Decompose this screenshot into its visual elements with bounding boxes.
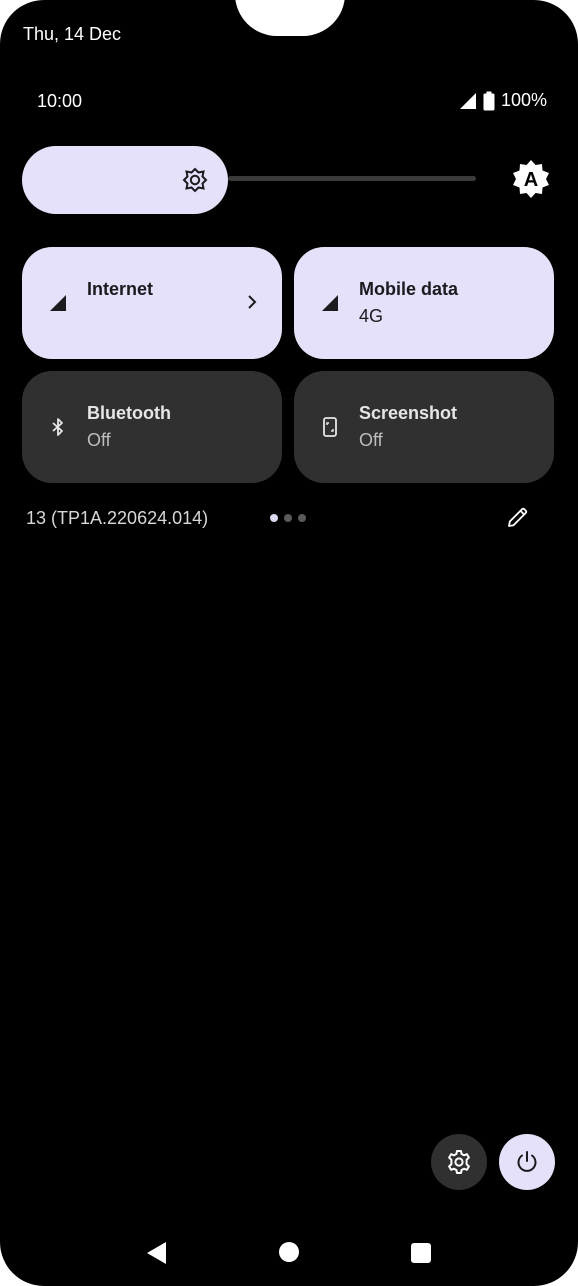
home-icon[interactable] [279, 1242, 299, 1262]
tile-bluetooth-title: Bluetooth [87, 403, 171, 423]
tile-internet-title: Internet [87, 279, 154, 299]
date-label: Thu, 14 Dec [23, 24, 122, 44]
power-button[interactable] [499, 1134, 555, 1190]
tile-screenshot[interactable]: Screenshot Off [294, 371, 554, 483]
gear-icon [448, 1150, 470, 1174]
battery-percent: 100% [500, 90, 547, 110]
brightness-slider-track[interactable] [228, 176, 476, 181]
auto-brightness-label: A [524, 169, 538, 191]
quick-settings-panel: Thu, 14 Dec 10:00 100% A Internet Mobile… [0, 0, 578, 1286]
bluetooth-icon [52, 418, 63, 436]
page-dot [284, 514, 292, 522]
tile-screenshot-title: Screenshot [359, 403, 458, 423]
power-icon [517, 1151, 537, 1172]
camera-notch [235, 0, 345, 36]
signal-icon [322, 295, 338, 311]
tile-bluetooth[interactable]: Bluetooth Off [22, 371, 282, 483]
edit-icon[interactable] [506, 505, 530, 529]
chevron-right-icon [248, 295, 257, 309]
cell-signal-icon [459, 92, 476, 109]
tile-bluetooth-subtitle: Off [87, 430, 111, 450]
battery-icon [483, 91, 495, 110]
tile-mobile-data[interactable]: Mobile data 4G [294, 247, 554, 359]
tile-internet[interactable]: Internet [22, 247, 282, 359]
screenshot-icon [323, 417, 337, 437]
tile-screenshot-subtitle: Off [359, 430, 383, 450]
page-dot-active [270, 514, 278, 522]
page-dot [298, 514, 306, 522]
signal-icon [50, 295, 66, 311]
clock: 10:00 [37, 91, 83, 111]
brightness-icon [182, 167, 208, 193]
page-indicator [270, 514, 306, 522]
brightness-slider-fill[interactable] [22, 146, 228, 214]
tile-mobile-data-subtitle: 4G [359, 306, 384, 326]
auto-brightness-icon[interactable]: A [511, 159, 551, 199]
tile-mobile-data-title: Mobile data [359, 279, 459, 299]
build-number[interactable]: 13 (TP1A.220624.014) [26, 508, 208, 529]
back-icon[interactable] [145, 1240, 167, 1266]
recents-icon[interactable] [411, 1243, 431, 1263]
settings-button[interactable] [431, 1134, 487, 1190]
status-icons: 100% [459, 90, 547, 111]
